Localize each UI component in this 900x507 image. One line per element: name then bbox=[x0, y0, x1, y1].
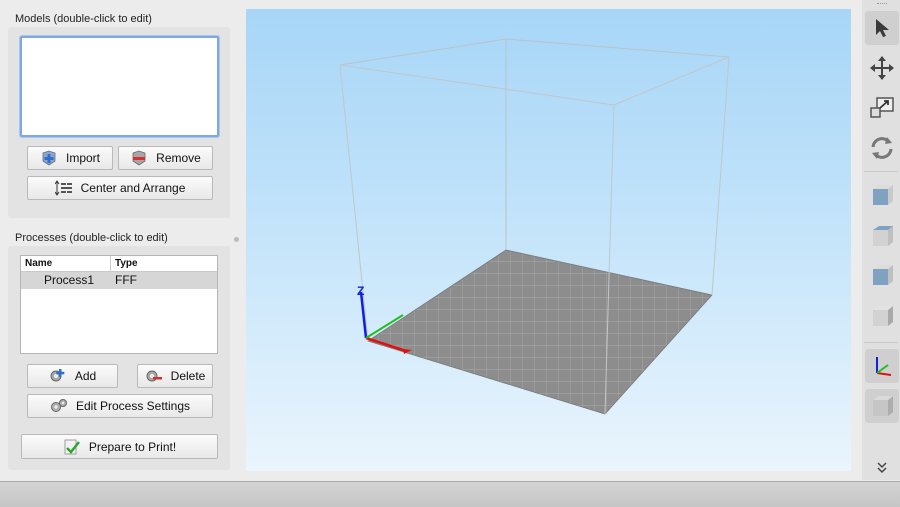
add-button[interactable]: Add bbox=[27, 364, 118, 388]
build-volume-back-edges bbox=[339, 38, 730, 250]
toolbar-divider bbox=[864, 171, 898, 172]
processes-table[interactable]: Name Type Process1 FFF bbox=[20, 255, 218, 354]
add-label: Add bbox=[74, 369, 97, 383]
import-button[interactable]: Import bbox=[27, 146, 113, 170]
toolbar-divider bbox=[864, 342, 898, 343]
3d-viewport[interactable]: Z bbox=[246, 9, 851, 471]
view-front-button[interactable] bbox=[865, 178, 899, 212]
status-bar bbox=[0, 481, 900, 507]
edit-process-settings-label: Edit Process Settings bbox=[75, 399, 191, 413]
process-type-cell: FFF bbox=[115, 273, 137, 287]
import-icon bbox=[40, 150, 58, 166]
remove-label: Remove bbox=[156, 151, 201, 165]
rotate-tool[interactable] bbox=[865, 131, 899, 165]
move-tool[interactable] bbox=[865, 51, 899, 85]
prepare-to-print-button[interactable]: Prepare to Print! bbox=[21, 434, 218, 459]
left-panel: Models (double-click to edit) Import Rem… bbox=[0, 0, 240, 480]
process-name-cell: Process1 bbox=[44, 273, 95, 287]
arrow-cursor-icon bbox=[876, 19, 889, 37]
print-bed bbox=[367, 249, 713, 415]
cube-top-icon bbox=[873, 226, 893, 246]
checklist-icon bbox=[63, 439, 81, 455]
z-axis-label: Z bbox=[357, 284, 364, 298]
center-arrange-label: Center and Arrange bbox=[80, 181, 186, 195]
scale-icon bbox=[870, 97, 894, 118]
view-axes-button[interactable] bbox=[865, 349, 899, 383]
column-header-type[interactable]: Type bbox=[111, 256, 138, 271]
toolbar-grip bbox=[877, 3, 887, 6]
gears-icon bbox=[50, 398, 68, 414]
center-arrange-button[interactable]: Center and Arrange bbox=[27, 176, 213, 200]
processes-section-title: Processes (double-click to edit) bbox=[15, 232, 168, 244]
remove-icon bbox=[130, 150, 148, 166]
right-toolbar bbox=[862, 0, 900, 480]
view-iso-button[interactable] bbox=[865, 389, 899, 423]
add-process-icon bbox=[49, 368, 67, 384]
table-header: Name Type bbox=[21, 256, 217, 272]
import-label: Import bbox=[65, 151, 100, 165]
axes-icon bbox=[876, 357, 892, 376]
move-arrows-icon bbox=[870, 56, 894, 80]
toolbar-more-button[interactable] bbox=[865, 456, 899, 480]
models-section-title: Models (double-click to edit) bbox=[15, 13, 152, 25]
arrange-icon bbox=[54, 180, 73, 196]
double-chevron-down-icon bbox=[877, 462, 887, 474]
view-top-button[interactable] bbox=[865, 219, 899, 253]
select-tool[interactable] bbox=[865, 11, 899, 45]
build-volume-scene: Z bbox=[339, 38, 730, 415]
models-list[interactable] bbox=[20, 36, 219, 137]
scale-tool[interactable] bbox=[865, 91, 899, 125]
remove-button[interactable]: Remove bbox=[118, 146, 213, 170]
delete-label: Delete bbox=[170, 369, 206, 383]
cube-left-icon bbox=[873, 265, 893, 285]
rotate-icon bbox=[871, 137, 893, 159]
column-header-name[interactable]: Name bbox=[21, 256, 111, 271]
prepare-to-print-label: Prepare to Print! bbox=[88, 439, 177, 454]
table-row[interactable]: Process1 FFF bbox=[21, 272, 217, 289]
delete-process-icon bbox=[145, 368, 163, 384]
view-right-button[interactable] bbox=[865, 299, 899, 333]
cube-front-icon bbox=[873, 185, 893, 205]
cube-iso-icon bbox=[873, 396, 893, 416]
panel-resize-handle[interactable] bbox=[234, 237, 239, 242]
view-left-button[interactable] bbox=[865, 258, 899, 292]
delete-button[interactable]: Delete bbox=[137, 364, 213, 388]
cube-right-icon bbox=[873, 306, 893, 326]
edit-process-settings-button[interactable]: Edit Process Settings bbox=[27, 394, 213, 418]
